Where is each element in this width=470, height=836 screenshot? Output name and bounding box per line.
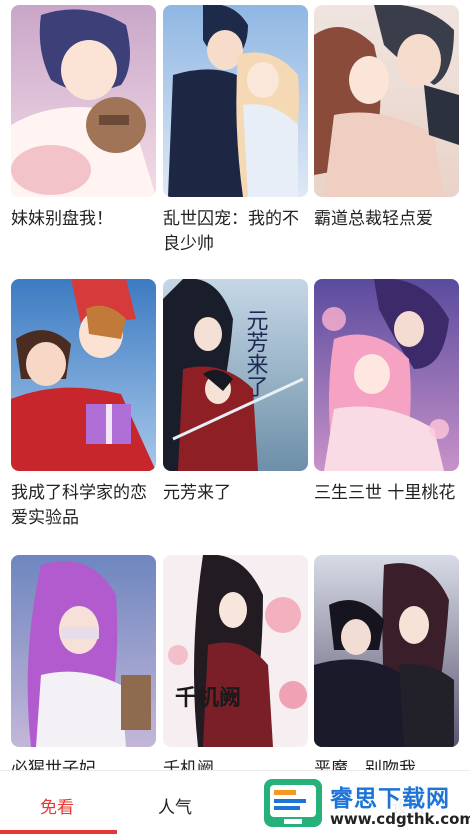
comic-title[interactable]: 元芳来了 (163, 481, 308, 506)
watermark-logo-icon (262, 777, 324, 829)
comic-cover[interactable] (314, 5, 459, 197)
comic-title[interactable]: 三生三世 十里桃花 (314, 481, 459, 506)
watermark-url: www.cdgthk.com (330, 810, 470, 828)
comic-card[interactable]: 恶魔，别吻我 (314, 555, 459, 770)
comic-cover[interactable] (11, 279, 156, 471)
comic-grid: 妹妹别盘我！ 乱世囚宠：我的不良少帅 霸道总裁轻点爱 我成了科学家的恋爱实验品 … (0, 0, 470, 770)
comic-title[interactable]: 霸道总裁轻点爱 (314, 207, 459, 232)
tab-free[interactable]: 免看 (40, 793, 74, 818)
comic-cover[interactable] (314, 555, 459, 747)
comic-title[interactable]: 必猩世子妃 (11, 757, 156, 770)
comic-cover[interactable]: 元芳来了 (163, 279, 308, 471)
comic-cover[interactable] (314, 279, 459, 471)
comic-card[interactable]: 千机阙 千机阙 (163, 555, 308, 770)
comic-card[interactable]: 必猩世子妃 (11, 555, 156, 770)
comic-card[interactable]: 元芳来了 元芳来了 (163, 279, 308, 506)
cover-title-text: 元芳来了 (243, 309, 269, 397)
comic-title[interactable]: 妹妹别盘我！ (11, 207, 156, 232)
comic-title[interactable]: 乱世囚宠：我的不良少帅 (163, 207, 308, 257)
comic-title[interactable]: 千机阙 (163, 757, 308, 770)
comic-title[interactable]: 恶魔，别吻我 (314, 757, 459, 770)
site-watermark: 睿思下载网 www.cdgthk.com (262, 775, 470, 833)
comic-card[interactable]: 我成了科学家的恋爱实验品 (11, 279, 156, 531)
tab-popular[interactable]: 人气 (158, 793, 192, 818)
comic-title[interactable]: 我成了科学家的恋爱实验品 (11, 481, 156, 531)
watermark-name: 睿思下载网 (330, 786, 450, 812)
comic-card[interactable]: 三生三世 十里桃花 (314, 279, 459, 506)
comic-cover[interactable] (11, 5, 156, 197)
active-tab-indicator (0, 830, 117, 834)
comic-cover[interactable] (11, 555, 156, 747)
comic-card[interactable]: 妹妹别盘我！ (11, 5, 156, 232)
cover-title-text: 千机阙 (175, 685, 241, 711)
comic-card[interactable]: 霸道总裁轻点爱 (314, 5, 459, 232)
comic-cover[interactable] (163, 5, 308, 197)
comic-cover[interactable]: 千机阙 (163, 555, 308, 747)
comic-card[interactable]: 乱世囚宠：我的不良少帅 (163, 5, 308, 257)
